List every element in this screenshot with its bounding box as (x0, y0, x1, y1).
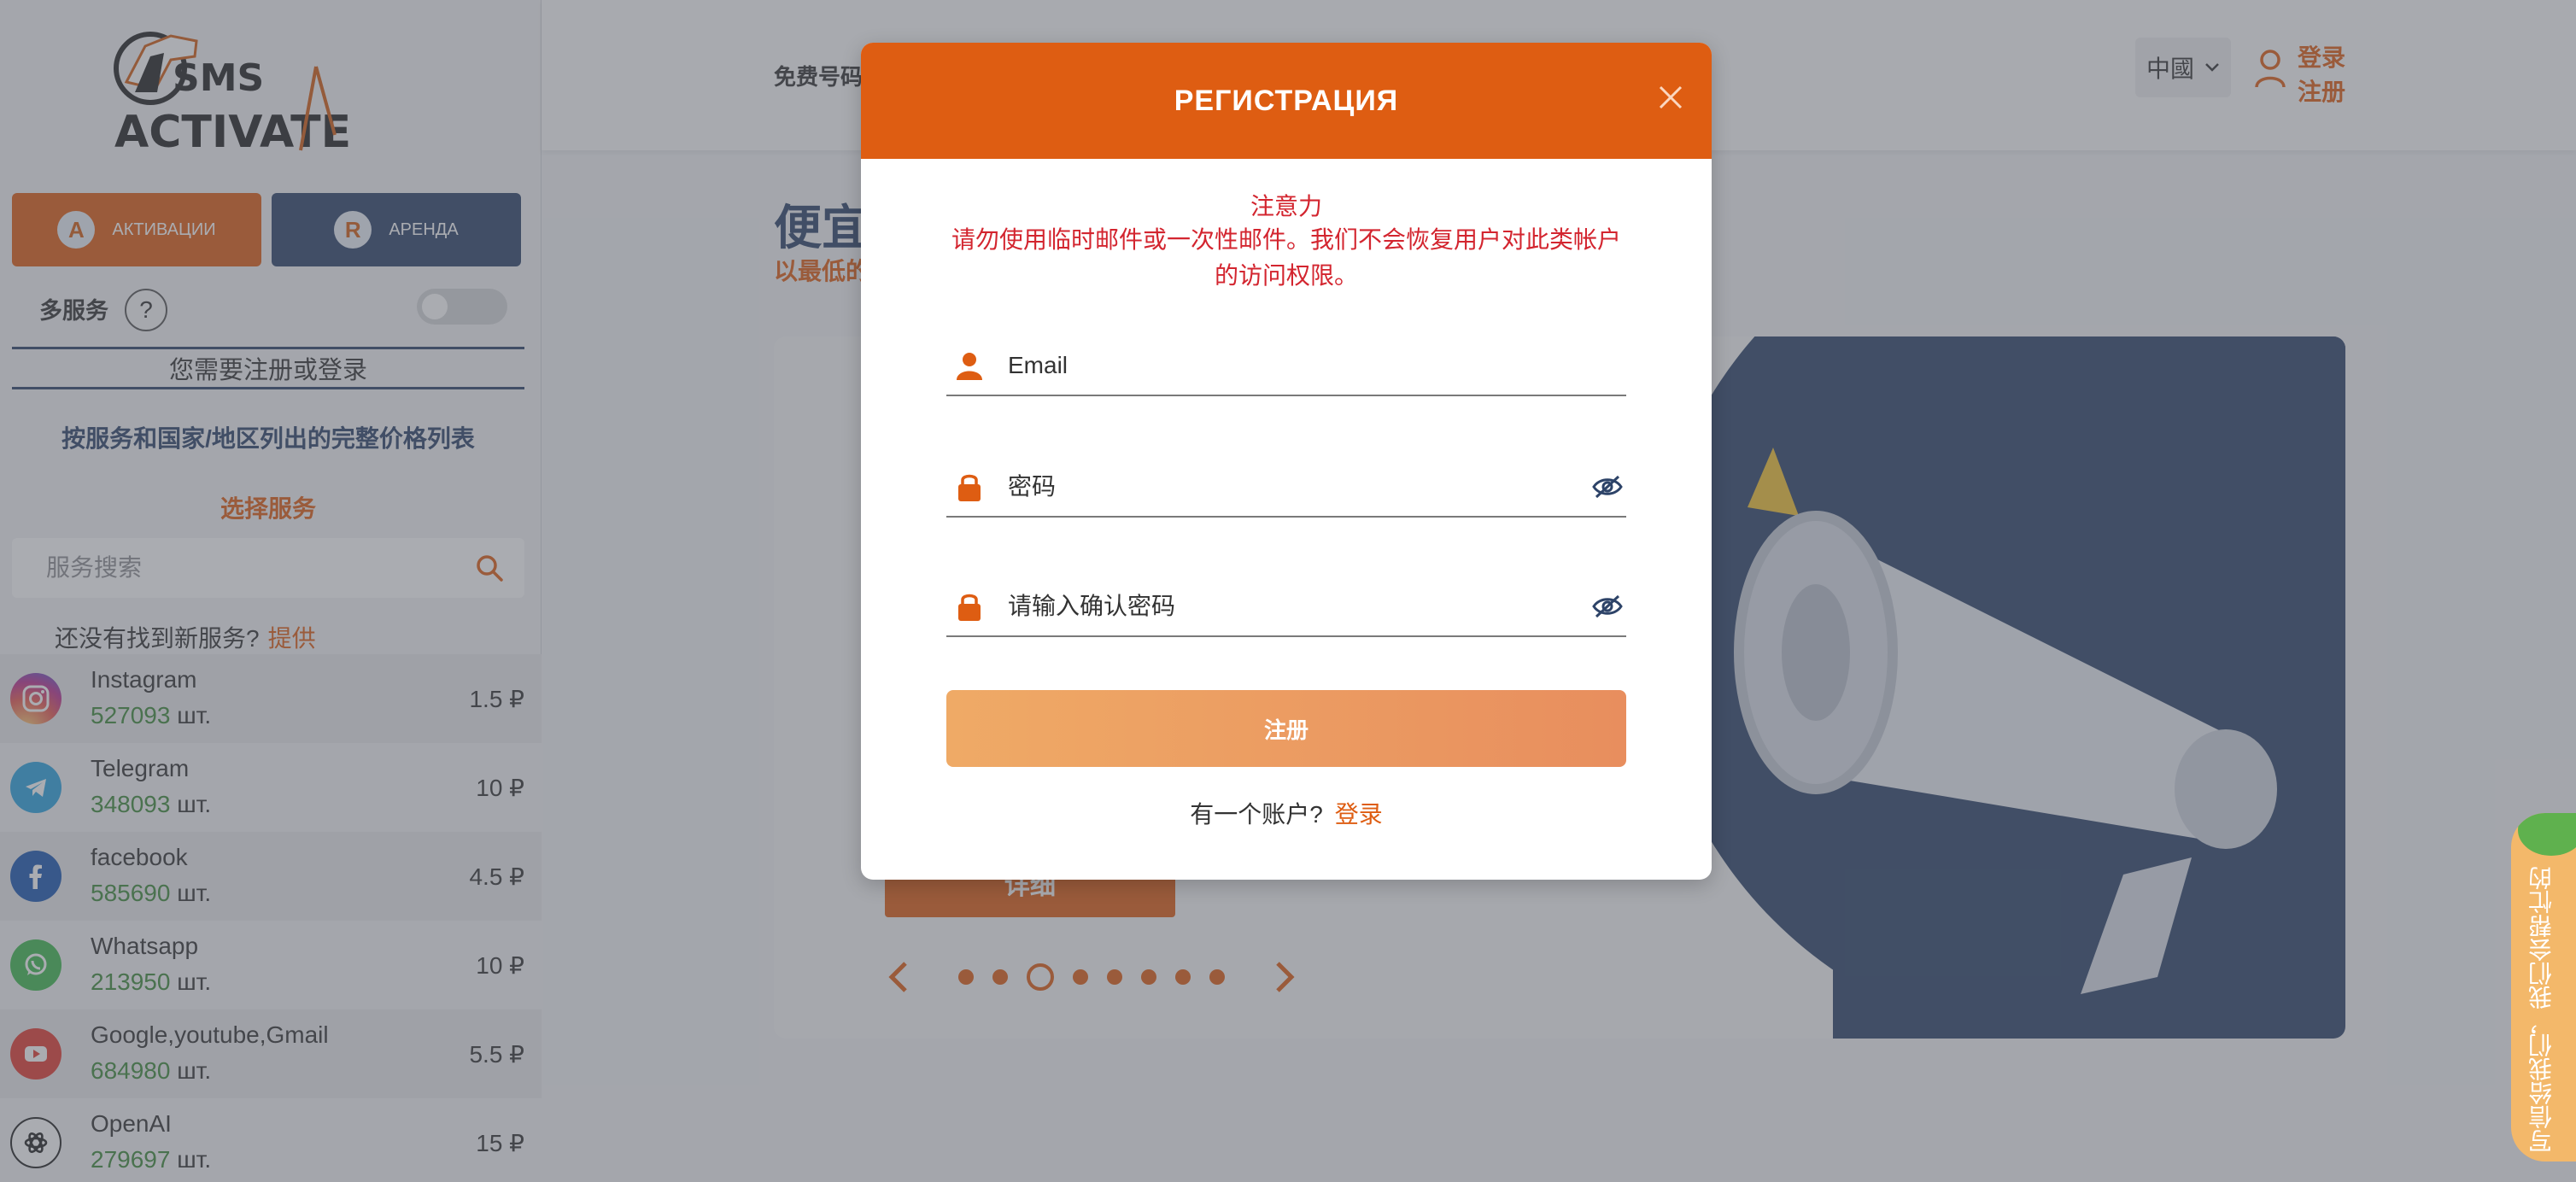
modal-title: РЕГИСТРАЦИЯ (1174, 84, 1399, 117)
have-account-row: 有一个账户? 登录 (861, 796, 1712, 830)
eye-slash-icon[interactable] (1589, 474, 1626, 500)
registration-modal: РЕГИСТРАЦИЯ 注意力 请勿使用临时邮件或一次性邮件。我们不会恢复用户对… (861, 43, 1712, 880)
password-field (946, 458, 1626, 518)
modal-login-link[interactable]: 登录 (1335, 801, 1383, 828)
email-input[interactable] (992, 352, 1626, 379)
person-icon (946, 351, 992, 380)
eye-slash-icon[interactable] (1589, 594, 1626, 619)
confirm-password-field (946, 577, 1626, 637)
confirm-password-input[interactable] (992, 593, 1589, 620)
lock-icon (946, 591, 992, 622)
warning-title: 注意力 (1250, 193, 1322, 219)
feedback-tab[interactable]: 写信给我们，我们会帮忙的 (2511, 813, 2576, 1162)
warning-text: 请勿使用临时邮件或一次性邮件。我们不会恢复用户对此类帐户的访问权限。 (951, 226, 1621, 289)
feedback-badge (2518, 813, 2576, 856)
password-input[interactable] (992, 473, 1589, 500)
have-account-text: 有一个账户? (1190, 801, 1323, 828)
lock-icon (946, 471, 992, 502)
register-submit-button[interactable]: 注册 (946, 690, 1626, 767)
feedback-text: 写信给我们，我们会帮忙的 (2528, 866, 2555, 1153)
close-icon[interactable] (1654, 80, 1688, 114)
modal-header: РЕГИСТРАЦИЯ (861, 43, 1712, 159)
email-field (946, 336, 1626, 396)
